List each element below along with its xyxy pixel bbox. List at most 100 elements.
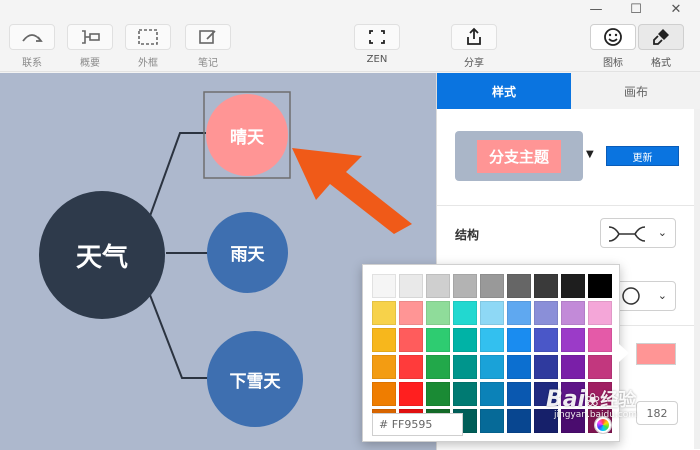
toolbar: — ☐ ✕ 联系 概要 外框 笔记 ZEN 分享 图标 格式 <box>0 0 700 72</box>
smiley-icon <box>604 28 622 46</box>
baidu-watermark: Bai❀经验 jingyan.baidu.com <box>546 386 637 420</box>
watermark-cn: 经验 <box>600 390 637 411</box>
color-swatch[interactable] <box>480 301 504 325</box>
color-swatch[interactable] <box>372 301 396 325</box>
connector-snowy <box>149 294 208 379</box>
color-swatch[interactable] <box>561 355 585 379</box>
branch-node-rainy[interactable]: 雨天 <box>207 212 288 293</box>
color-swatch[interactable] <box>453 355 477 379</box>
structure-icon <box>608 226 646 242</box>
color-swatch[interactable] <box>426 328 450 352</box>
notes-button[interactable] <box>185 24 231 50</box>
color-swatch[interactable] <box>480 328 504 352</box>
color-swatch[interactable] <box>480 409 504 433</box>
color-swatch[interactable] <box>399 382 423 406</box>
relationship-label: 联系 <box>22 58 42 69</box>
topic-style-preview[interactable]: 分支主题 <box>455 131 583 181</box>
pointer-arrow-icon <box>292 148 412 234</box>
color-swatch[interactable] <box>588 301 612 325</box>
color-swatch[interactable] <box>561 328 585 352</box>
color-swatch[interactable] <box>480 274 504 298</box>
color-swatch[interactable] <box>453 328 477 352</box>
color-swatch[interactable] <box>372 355 396 379</box>
summary-button[interactable] <box>67 24 113 50</box>
color-swatch[interactable] <box>372 328 396 352</box>
summary-icon <box>82 30 100 44</box>
color-swatch[interactable] <box>453 274 477 298</box>
color-swatch[interactable] <box>561 274 585 298</box>
color-swatch[interactable] <box>507 274 531 298</box>
caret-down-icon[interactable]: ▼ <box>586 149 594 160</box>
circle-shape-icon <box>622 287 640 305</box>
color-swatch[interactable] <box>453 382 477 406</box>
format-panel-button[interactable] <box>638 24 684 50</box>
zen-button[interactable] <box>354 24 400 50</box>
color-swatch[interactable] <box>426 274 450 298</box>
panel-scrollbar[interactable] <box>694 109 700 449</box>
minimize-icon[interactable]: — <box>586 2 606 17</box>
color-swatch[interactable] <box>399 274 423 298</box>
zen-label: ZEN <box>366 54 388 65</box>
color-swatch[interactable] <box>507 301 531 325</box>
relationship-button[interactable] <box>9 24 55 50</box>
format-panel-label: 格式 <box>651 58 671 69</box>
tab-style[interactable]: 样式 <box>437 73 571 109</box>
boundary-button[interactable] <box>125 24 171 50</box>
color-swatch[interactable] <box>534 355 558 379</box>
color-swatch[interactable] <box>426 301 450 325</box>
color-swatch[interactable] <box>372 274 396 298</box>
color-swatch[interactable] <box>397 299 425 327</box>
color-swatch[interactable] <box>480 355 504 379</box>
tab-canvas[interactable]: 画布 <box>571 73 700 109</box>
watermark-url: jingyan.baidu.com <box>554 410 638 420</box>
boundary-icon <box>138 29 158 45</box>
update-button[interactable]: 更新 <box>606 146 679 166</box>
color-swatch[interactable] <box>507 328 531 352</box>
border-width-value: 182 <box>646 406 668 420</box>
color-swatch[interactable] <box>480 382 504 406</box>
border-width-input[interactable]: 182 <box>636 401 678 425</box>
chevron-down-icon: ⌄ <box>657 226 667 239</box>
notes-icon <box>199 30 216 44</box>
color-swatch[interactable] <box>507 409 531 433</box>
topic-style-preview-label: 分支主题 <box>476 139 561 173</box>
structure-select[interactable]: ⌄ <box>600 218 676 248</box>
branch-node-snowy[interactable]: 下雪天 <box>207 331 303 427</box>
color-swatch[interactable] <box>534 274 558 298</box>
color-swatch[interactable] <box>453 301 477 325</box>
divider <box>437 205 700 206</box>
branch-node-sunny[interactable]: 晴天 <box>206 94 288 176</box>
relationship-icon <box>22 34 43 42</box>
hex-color-input[interactable]: # FF9595 <box>372 413 463 436</box>
watermark-text: Bai <box>546 387 586 412</box>
color-swatch[interactable] <box>561 301 585 325</box>
share-label: 分享 <box>464 58 484 69</box>
color-swatch[interactable] <box>426 355 450 379</box>
color-swatch[interactable] <box>372 382 396 406</box>
branch-node-sunny-label: 晴天 <box>230 127 264 148</box>
fill-color-swatch[interactable] <box>636 343 676 365</box>
color-swatch[interactable] <box>507 382 531 406</box>
close-icon[interactable]: ✕ <box>666 2 686 17</box>
color-swatch[interactable] <box>426 382 450 406</box>
icon-panel-button[interactable] <box>590 24 636 50</box>
color-swatch[interactable] <box>588 355 612 379</box>
color-swatch[interactable] <box>399 355 423 379</box>
picker-pointer <box>619 344 629 362</box>
color-swatch[interactable] <box>534 301 558 325</box>
color-swatch[interactable] <box>399 328 423 352</box>
chevron-down-icon: ⌄ <box>657 289 667 302</box>
boundary-label: 外框 <box>138 58 158 69</box>
color-swatch[interactable] <box>507 355 531 379</box>
notes-label: 笔记 <box>198 58 218 69</box>
color-swatch[interactable] <box>588 328 612 352</box>
branch-node-rainy-label: 雨天 <box>230 245 265 265</box>
structure-label: 结构 <box>455 228 480 242</box>
branch-node-snowy-label: 下雪天 <box>229 371 281 392</box>
share-button[interactable] <box>451 24 497 50</box>
paintbrush-icon <box>653 29 669 45</box>
color-swatch[interactable] <box>534 328 558 352</box>
root-node[interactable]: 天气 <box>39 191 165 319</box>
color-swatch[interactable] <box>588 274 612 298</box>
maximize-icon[interactable]: ☐ <box>626 2 646 17</box>
